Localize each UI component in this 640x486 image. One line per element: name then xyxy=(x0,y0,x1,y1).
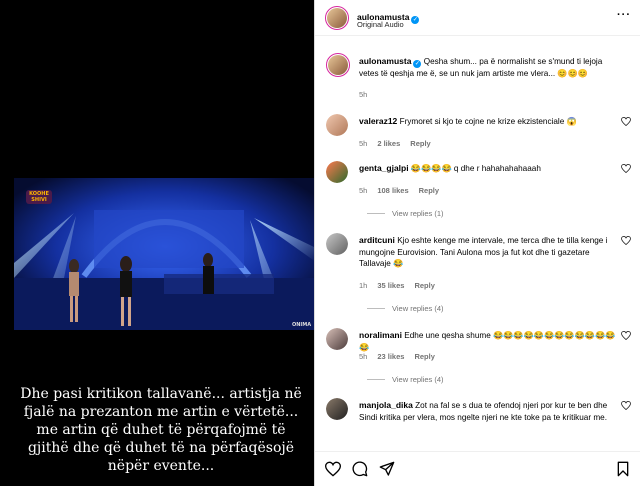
show-logo: KOOHE SHIVI xyxy=(26,190,52,204)
view-replies-button[interactable]: View replies (1) xyxy=(367,209,444,218)
reply-button[interactable]: Reply xyxy=(414,281,434,290)
video-caption-overlay: Dhe pasi kritikon tallavanë... artistja … xyxy=(20,386,302,474)
commenter-username[interactable]: genta_gjalpi xyxy=(359,163,409,173)
caption-username[interactable]: aulonamusta xyxy=(359,56,411,66)
share-icon[interactable] xyxy=(379,461,395,477)
commenter-username[interactable]: noralimani xyxy=(359,330,402,340)
comment-text: Frymoret si kjo te cojne ne krize ekzist… xyxy=(399,117,577,126)
comment-likes[interactable]: 23 likes xyxy=(377,352,404,361)
comment-text: Kjo eshte kenge me intervale, me terca d… xyxy=(359,236,608,269)
caption-meta: 5h xyxy=(359,90,377,99)
post-header: aulonamusta ✓ Original Audio ··· xyxy=(315,0,640,36)
comment-text: 😂😂😂😂 q dhe r hahahahahaaah xyxy=(410,164,541,173)
heart-icon[interactable] xyxy=(621,401,631,410)
show-logo-line2: SHIVI xyxy=(31,197,47,203)
comment-likes[interactable]: 35 likes xyxy=(377,281,404,290)
comment-likes[interactable]: 2 likes xyxy=(377,139,400,148)
stage-scene-image xyxy=(14,178,314,330)
comment-time: 1h xyxy=(359,281,368,290)
author-avatar-small[interactable] xyxy=(326,53,350,77)
audio-label[interactable]: Original Audio xyxy=(357,20,404,29)
view-replies-button[interactable]: View replies (4) xyxy=(367,375,444,384)
comment-meta: 1h 35 likes Reply xyxy=(359,281,445,290)
author-avatar[interactable] xyxy=(325,6,349,30)
commenter-avatar[interactable] xyxy=(326,161,348,183)
reply-button[interactable]: Reply xyxy=(419,186,439,195)
heart-icon[interactable] xyxy=(621,236,631,245)
comment-meta: 5h 2 likes Reply xyxy=(359,139,441,148)
verified-icon: ✓ xyxy=(411,16,420,24)
reel-media[interactable]: KOOHE SHIVI ONIMA Dhe pasi kritikon tall… xyxy=(0,0,314,486)
verified-icon: ✓ xyxy=(413,60,422,68)
commenter-avatar[interactable] xyxy=(326,328,348,350)
comment-time: 5h xyxy=(359,139,368,148)
comment-time: 5h xyxy=(359,352,368,361)
commenter-avatar[interactable] xyxy=(326,398,348,420)
commenter-avatar[interactable] xyxy=(326,233,348,255)
post-action-bar xyxy=(315,451,640,486)
heart-icon[interactable] xyxy=(621,164,631,173)
bookmark-icon[interactable] xyxy=(615,461,631,477)
commenter-avatar[interactable] xyxy=(326,114,348,136)
comment-likes[interactable]: 108 likes xyxy=(377,186,408,195)
view-replies-button[interactable]: View replies (4) xyxy=(367,304,444,313)
reply-button[interactable]: Reply xyxy=(414,352,434,361)
commenter-username[interactable]: arditcuni xyxy=(359,235,395,245)
comment-meta: 5h 23 likes Reply xyxy=(359,352,445,361)
post-details-panel: aulonamusta ✓ Original Audio ··· aulonamu… xyxy=(314,0,640,486)
reply-button[interactable]: Reply xyxy=(410,139,430,148)
heart-icon[interactable] xyxy=(621,117,631,126)
heart-icon[interactable] xyxy=(621,331,631,340)
commenter-username[interactable]: manjola_dika xyxy=(359,400,413,410)
stage-video-frame[interactable] xyxy=(14,178,314,330)
caption-time: 5h xyxy=(359,90,368,99)
channel-watermark: ONIMA xyxy=(292,322,312,328)
comment-time: 5h xyxy=(359,186,368,195)
comment-icon[interactable] xyxy=(352,461,368,477)
like-heart-icon[interactable] xyxy=(325,461,341,477)
commenter-username[interactable]: valeraz12 xyxy=(359,116,397,126)
more-icon[interactable]: ··· xyxy=(617,9,631,21)
comment-meta: 5h 108 likes Reply xyxy=(359,186,449,195)
